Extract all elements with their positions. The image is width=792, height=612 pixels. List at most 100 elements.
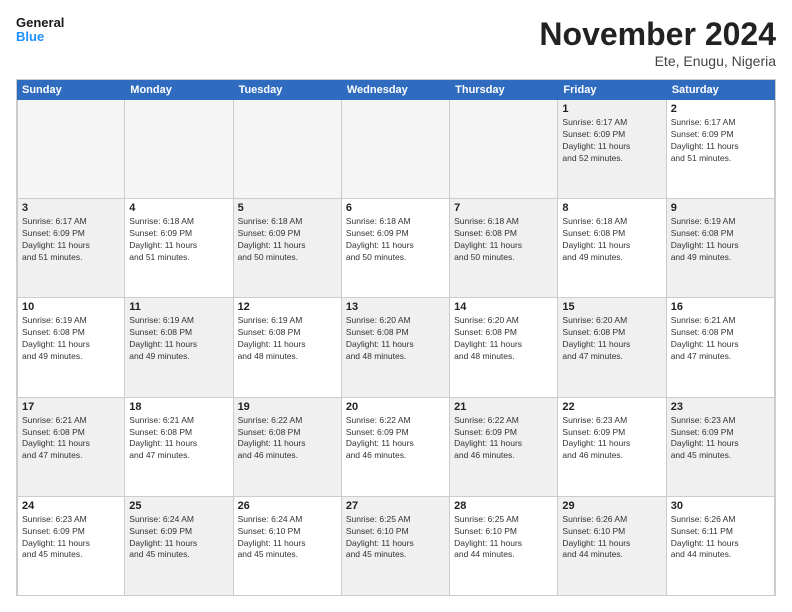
cell-info: Sunrise: 6:18 AM Sunset: 6:09 PM Dayligh… [238, 216, 337, 264]
calendar-cell: 19 Sunrise: 6:22 AM Sunset: 6:08 PM Dayli… [234, 398, 342, 496]
logo-general: General [16, 16, 64, 30]
day-number: 20 [346, 401, 445, 413]
calendar-header: SundayMondayTuesdayWednesdayThursdayFrid… [17, 80, 775, 100]
cell-info: Sunrise: 6:21 AM Sunset: 6:08 PM Dayligh… [129, 415, 228, 463]
header-day: Wednesday [342, 80, 450, 100]
day-number: 21 [454, 401, 553, 413]
logo: General Blue [16, 16, 64, 45]
day-number: 29 [562, 500, 661, 512]
header-day: Monday [125, 80, 233, 100]
day-number: 11 [129, 301, 228, 313]
cell-info: Sunrise: 6:19 AM Sunset: 6:08 PM Dayligh… [671, 216, 770, 264]
day-number: 22 [562, 401, 661, 413]
day-number: 1 [562, 103, 661, 115]
cell-info: Sunrise: 6:17 AM Sunset: 6:09 PM Dayligh… [22, 216, 120, 264]
day-number: 30 [671, 500, 770, 512]
calendar-cell: 13Sunrise: 6:20 AM Sunset: 6:08 PM Dayli… [342, 298, 450, 396]
cell-info: Sunrise: 6:22 AM Sunset: 6:09 PM Dayligh… [346, 415, 445, 463]
cell-info: Sunrise: 6:18 AM Sunset: 6:08 PM Dayligh… [562, 216, 661, 264]
calendar-cell: 18 Sunrise: 6:21 AM Sunset: 6:08 PM Dayli… [125, 398, 233, 496]
calendar-cell: 27 Sunrise: 6:25 AM Sunset: 6:10 PM Dayli… [342, 497, 450, 595]
cell-info: Sunrise: 6:23 AM Sunset: 6:09 PM Dayligh… [562, 415, 661, 463]
calendar-cell: 26 Sunrise: 6:24 AM Sunset: 6:10 PM Dayli… [234, 497, 342, 595]
calendar-row: 1 Sunrise: 6:17 AM Sunset: 6:09 PM Daylig… [17, 100, 775, 199]
day-number: 8 [562, 202, 661, 214]
calendar: SundayMondayTuesdayWednesdayThursdayFrid… [16, 79, 776, 596]
cell-info: Sunrise: 6:21 AM Sunset: 6:08 PM Dayligh… [671, 315, 770, 363]
calendar-cell: 1Sunrise: 6:17 AM Sunset: 6:09 PM Daylig… [558, 100, 666, 198]
cell-info: Sunrise: 6:19 AM Sunset: 6:08 PM Dayligh… [22, 315, 120, 363]
header-day: Sunday [17, 80, 125, 100]
cell-info: Sunrise: 6:25 AM Sunset: 6:10 PM Dayligh… [454, 514, 553, 562]
calendar-cell: 20 Sunrise: 6:22 AM Sunset: 6:09 PM Dayli… [342, 398, 450, 496]
cell-info: Sunrise: 6:23 AM Sunset: 6:09 PM Dayligh… [22, 514, 120, 562]
cell-info: Sunrise: 6:18 AM Sunset: 6:09 PM Dayligh… [129, 216, 228, 264]
calendar-cell: 4 Sunrise: 6:18 AM Sunset: 6:09 PM Daylig… [125, 199, 233, 297]
title-section: November 2024 Ete, Enugu, Nigeria [539, 16, 776, 69]
cell-info: Sunrise: 6:19 AM Sunset: 6:08 PM Dayligh… [238, 315, 337, 363]
calendar-cell: 23 Sunrise: 6:23 AM Sunset: 6:09 PM Dayli… [667, 398, 775, 496]
header: General Blue November 2024 Ete, Enugu, N… [16, 16, 776, 69]
day-number: 27 [346, 500, 445, 512]
calendar-cell [125, 100, 233, 198]
cell-info: Sunrise: 6:18 AM Sunset: 6:09 PM Dayligh… [346, 216, 445, 264]
calendar-cell: 12Sunrise: 6:19 AM Sunset: 6:08 PM Dayli… [234, 298, 342, 396]
header-day: Friday [558, 80, 666, 100]
calendar-cell: 28Sunrise: 6:25 AM Sunset: 6:10 PM Dayli… [450, 497, 558, 595]
cell-info: Sunrise: 6:23 AM Sunset: 6:09 PM Dayligh… [671, 415, 770, 463]
page: General Blue November 2024 Ete, Enugu, N… [0, 0, 792, 612]
calendar-cell [17, 100, 125, 198]
calendar-cell: 10 Sunrise: 6:19 AM Sunset: 6:08 PM Dayli… [17, 298, 125, 396]
cell-info: Sunrise: 6:26 AM Sunset: 6:11 PM Dayligh… [671, 514, 770, 562]
cell-info: Sunrise: 6:20 AM Sunset: 6:08 PM Dayligh… [562, 315, 661, 363]
calendar-cell: 17Sunrise: 6:21 AM Sunset: 6:08 PM Dayli… [17, 398, 125, 496]
calendar-cell: 2Sunrise: 6:17 AM Sunset: 6:09 PM Daylig… [667, 100, 775, 198]
day-number: 17 [22, 401, 120, 413]
cell-info: Sunrise: 6:24 AM Sunset: 6:09 PM Dayligh… [129, 514, 228, 562]
cell-info: Sunrise: 6:22 AM Sunset: 6:08 PM Dayligh… [238, 415, 337, 463]
day-number: 26 [238, 500, 337, 512]
day-number: 4 [129, 202, 228, 214]
calendar-cell: 7 Sunrise: 6:18 AM Sunset: 6:08 PM Daylig… [450, 199, 558, 297]
calendar-cell: 29Sunrise: 6:26 AM Sunset: 6:10 PM Dayli… [558, 497, 666, 595]
header-day: Saturday [667, 80, 775, 100]
calendar-row: 17 Sunrise: 6:21 AM Sunset: 6:08 PM Dayli… [17, 398, 775, 497]
cell-info: Sunrise: 6:18 AM Sunset: 6:08 PM Dayligh… [454, 216, 553, 264]
day-number: 15 [562, 301, 661, 313]
calendar-cell: 11 Sunrise: 6:19 AM Sunset: 6:08 PM Dayli… [125, 298, 233, 396]
calendar-cell: 14 Sunrise: 6:20 AM Sunset: 6:08 PM Dayli… [450, 298, 558, 396]
calendar-cell: 30 Sunrise: 6:26 AM Sunset: 6:11 PM Dayli… [667, 497, 775, 595]
logo-blue: Blue [16, 30, 64, 44]
calendar-cell: 21 Sunrise: 6:22 AM Sunset: 6:09 PM Dayli… [450, 398, 558, 496]
day-number: 5 [238, 202, 337, 214]
day-number: 16 [671, 301, 770, 313]
day-number: 6 [346, 202, 445, 214]
calendar-cell: 22 Sunrise: 6:23 AM Sunset: 6:09 PM Dayli… [558, 398, 666, 496]
calendar-cell: 25Sunrise: 6:24 AM Sunset: 6:09 PM Dayli… [125, 497, 233, 595]
day-number: 7 [454, 202, 553, 214]
cell-info: Sunrise: 6:25 AM Sunset: 6:10 PM Dayligh… [346, 514, 445, 562]
day-number: 3 [22, 202, 120, 214]
day-number: 18 [129, 401, 228, 413]
day-number: 23 [671, 401, 770, 413]
calendar-cell: 24Sunrise: 6:23 AM Sunset: 6:09 PM Dayli… [17, 497, 125, 595]
calendar-body: 1 Sunrise: 6:17 AM Sunset: 6:09 PM Daylig… [17, 100, 775, 595]
cell-info: Sunrise: 6:20 AM Sunset: 6:08 PM Dayligh… [454, 315, 553, 363]
cell-info: Sunrise: 6:24 AM Sunset: 6:10 PM Dayligh… [238, 514, 337, 562]
calendar-cell: 6 Sunrise: 6:18 AM Sunset: 6:09 PM Daylig… [342, 199, 450, 297]
calendar-row: 24Sunrise: 6:23 AM Sunset: 6:09 PM Dayli… [17, 497, 775, 595]
calendar-cell: 3 Sunrise: 6:17 AM Sunset: 6:09 PM Daylig… [17, 199, 125, 297]
calendar-cell [450, 100, 558, 198]
cell-info: Sunrise: 6:19 AM Sunset: 6:08 PM Dayligh… [129, 315, 228, 363]
header-day: Thursday [450, 80, 558, 100]
cell-info: Sunrise: 6:20 AM Sunset: 6:08 PM Dayligh… [346, 315, 445, 363]
month-title: November 2024 [539, 16, 776, 53]
calendar-cell: 9Sunrise: 6:19 AM Sunset: 6:08 PM Daylig… [667, 199, 775, 297]
day-number: 10 [22, 301, 120, 313]
calendar-cell [234, 100, 342, 198]
cell-info: Sunrise: 6:17 AM Sunset: 6:09 PM Dayligh… [671, 117, 770, 165]
cell-info: Sunrise: 6:22 AM Sunset: 6:09 PM Dayligh… [454, 415, 553, 463]
day-number: 19 [238, 401, 337, 413]
calendar-cell: 5 Sunrise: 6:18 AM Sunset: 6:09 PM Daylig… [234, 199, 342, 297]
day-number: 14 [454, 301, 553, 313]
